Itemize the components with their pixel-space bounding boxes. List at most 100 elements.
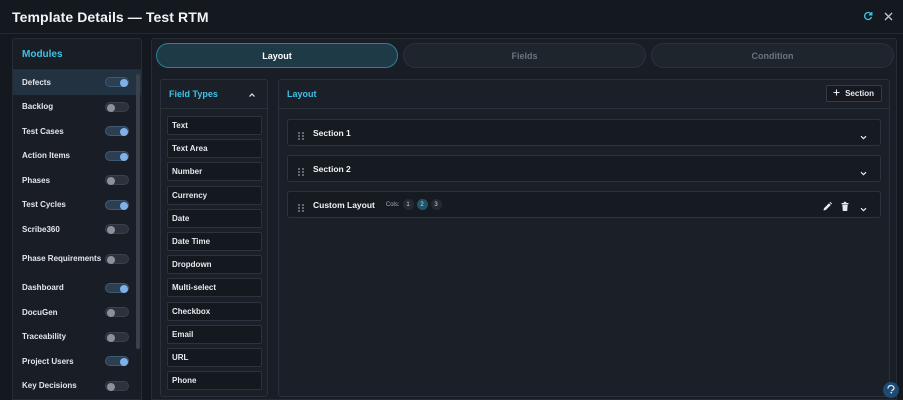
sidebar-item-action-items[interactable]: Action Items: [13, 144, 141, 169]
module-toggle[interactable]: [105, 126, 129, 137]
toggle-knob: [107, 382, 115, 391]
field-types-title: Field Types: [169, 89, 218, 99]
tab-condition[interactable]: Condition: [651, 43, 894, 68]
module-toggle[interactable]: [105, 380, 129, 391]
section-title: Section 2: [313, 163, 351, 174]
drag-handle-icon[interactable]: [297, 164, 305, 176]
module-toggle[interactable]: [105, 101, 129, 112]
toggle-knob: [120, 358, 128, 367]
field-type-text-area[interactable]: Text Area: [167, 139, 262, 159]
window-title: Template Details — Test RTM: [12, 8, 209, 25]
sidebar-item-test-cases[interactable]: Test Cases: [13, 119, 141, 144]
sidebar-item-label: Scribe360: [22, 224, 60, 234]
sidebar-item-key-decisions[interactable]: Key Decisions: [13, 374, 141, 399]
sidebar-item-phases[interactable]: Phases: [13, 168, 141, 193]
add-section-button[interactable]: Section: [826, 85, 882, 102]
field-type-currency[interactable]: Currency: [167, 185, 262, 205]
field-type-text[interactable]: Text: [167, 116, 262, 135]
sidebar-scrollbar[interactable]: [136, 74, 140, 349]
trash-icon[interactable]: [840, 199, 850, 211]
modules-header: Modules: [13, 39, 141, 70]
field-type-date[interactable]: Date: [167, 208, 262, 228]
chevron-down-icon[interactable]: [859, 129, 868, 140]
sidebar-item-docugen[interactable]: DocuGen: [13, 300, 141, 325]
section-row[interactable]: Section 1: [287, 119, 881, 146]
col-option-3[interactable]: 3: [430, 199, 442, 210]
refresh-icon[interactable]: [861, 9, 875, 23]
sidebar-item-dashboard[interactable]: Dashboard: [13, 276, 141, 301]
module-toggle[interactable]: [105, 224, 129, 235]
sidebar-item-traceability[interactable]: Traceability: [13, 325, 141, 350]
toggle-knob: [120, 152, 128, 161]
field-types-panel: Field Types Text Text Area Number Currency D…: [160, 79, 268, 397]
module-list: Defects Backlog Test Cases Action Items Phas…: [13, 70, 141, 398]
toggle-knob: [107, 255, 115, 264]
module-toggle[interactable]: [105, 77, 129, 88]
sidebar-item-defects[interactable]: Defects: [13, 70, 141, 95]
sidebar-item-label: DocuGen: [22, 307, 58, 317]
title-bar: Template Details — Test RTM: [0, 0, 903, 34]
close-icon[interactable]: [881, 9, 895, 23]
field-type-checkbox[interactable]: Checkbox: [167, 301, 262, 321]
module-toggle[interactable]: [105, 331, 129, 342]
sidebar-item-test-cycles[interactable]: Test Cycles: [13, 193, 141, 218]
main-panel: Layout Fields Condition Field Types Text…: [151, 38, 897, 400]
help-icon: [886, 381, 896, 399]
module-toggle[interactable]: [105, 199, 129, 210]
module-toggle[interactable]: [105, 175, 129, 186]
field-type-url[interactable]: URL: [167, 348, 262, 367]
sidebar-item-phase-requirements[interactable]: Phase Requirements: [13, 242, 141, 276]
section-title: Section 1: [313, 127, 351, 138]
field-type-number[interactable]: Number: [167, 162, 262, 182]
module-toggle[interactable]: [105, 150, 129, 161]
tab-layout[interactable]: Layout: [156, 43, 398, 68]
cols-label: Cols:: [385, 201, 400, 208]
sidebar-item-label: Phase Requirements: [22, 253, 102, 263]
sidebar-item-scribe360[interactable]: Scribe360: [13, 217, 141, 242]
section-row[interactable]: Section 2: [287, 155, 881, 182]
toggle-knob: [107, 103, 115, 112]
sidebar-item-backlog[interactable]: Backlog: [13, 95, 141, 120]
toggle-knob: [107, 309, 115, 318]
field-type-phone[interactable]: Phone: [167, 371, 262, 391]
field-types-header[interactable]: Field Types: [161, 80, 267, 109]
tab-label: Fields: [511, 50, 538, 61]
section-row-custom-layout[interactable]: Custom Layout Cols: 1 2 3: [287, 191, 881, 218]
help-button[interactable]: [883, 382, 899, 398]
chevron-down-icon[interactable]: [859, 201, 868, 212]
edit-icon[interactable]: [822, 199, 833, 211]
add-section-label: Section: [845, 89, 874, 98]
module-toggle[interactable]: [105, 356, 129, 367]
sidebar-item-label: Phases: [22, 175, 51, 185]
chevron-up-icon[interactable]: [247, 90, 257, 100]
toggle-knob: [107, 333, 115, 342]
field-type-email[interactable]: Email: [167, 324, 262, 344]
sidebar-item-label: Key Decisions: [22, 381, 77, 391]
field-type-date-time[interactable]: Date Time: [167, 232, 262, 251]
module-toggle[interactable]: [105, 253, 129, 264]
sidebar-item-label: Test Cycles: [22, 200, 66, 210]
layout-header: Layout Section: [279, 80, 889, 109]
layout-title: Layout: [287, 89, 317, 99]
field-type-multi-select[interactable]: Multi-select: [167, 278, 262, 298]
chevron-down-icon[interactable]: [859, 165, 868, 176]
sidebar-item-label: Project Users: [22, 356, 74, 366]
tab-fields[interactable]: Fields: [403, 43, 646, 68]
sidebar-item-label: Action Items: [22, 151, 71, 161]
tab-bar: Layout Fields Condition: [156, 43, 894, 69]
module-toggle[interactable]: [105, 282, 129, 293]
toggle-knob: [120, 79, 128, 88]
layout-panel: Layout Section Section 1 Section 2 Custo…: [278, 79, 890, 397]
toggle-knob: [120, 284, 128, 293]
tab-label: Layout: [262, 50, 292, 61]
toggle-knob: [107, 177, 115, 186]
module-toggle[interactable]: [105, 307, 129, 318]
field-type-dropdown[interactable]: Dropdown: [167, 255, 262, 275]
col-option-1[interactable]: 1: [402, 199, 414, 210]
drag-handle-icon[interactable]: [297, 128, 305, 140]
col-option-2[interactable]: 2: [416, 199, 428, 210]
tab-label: Condition: [751, 50, 794, 61]
drag-handle-icon[interactable]: [297, 200, 305, 212]
sidebar-item-project-users[interactable]: Project Users: [13, 349, 141, 374]
sidebar-item-label: Backlog: [22, 102, 54, 112]
